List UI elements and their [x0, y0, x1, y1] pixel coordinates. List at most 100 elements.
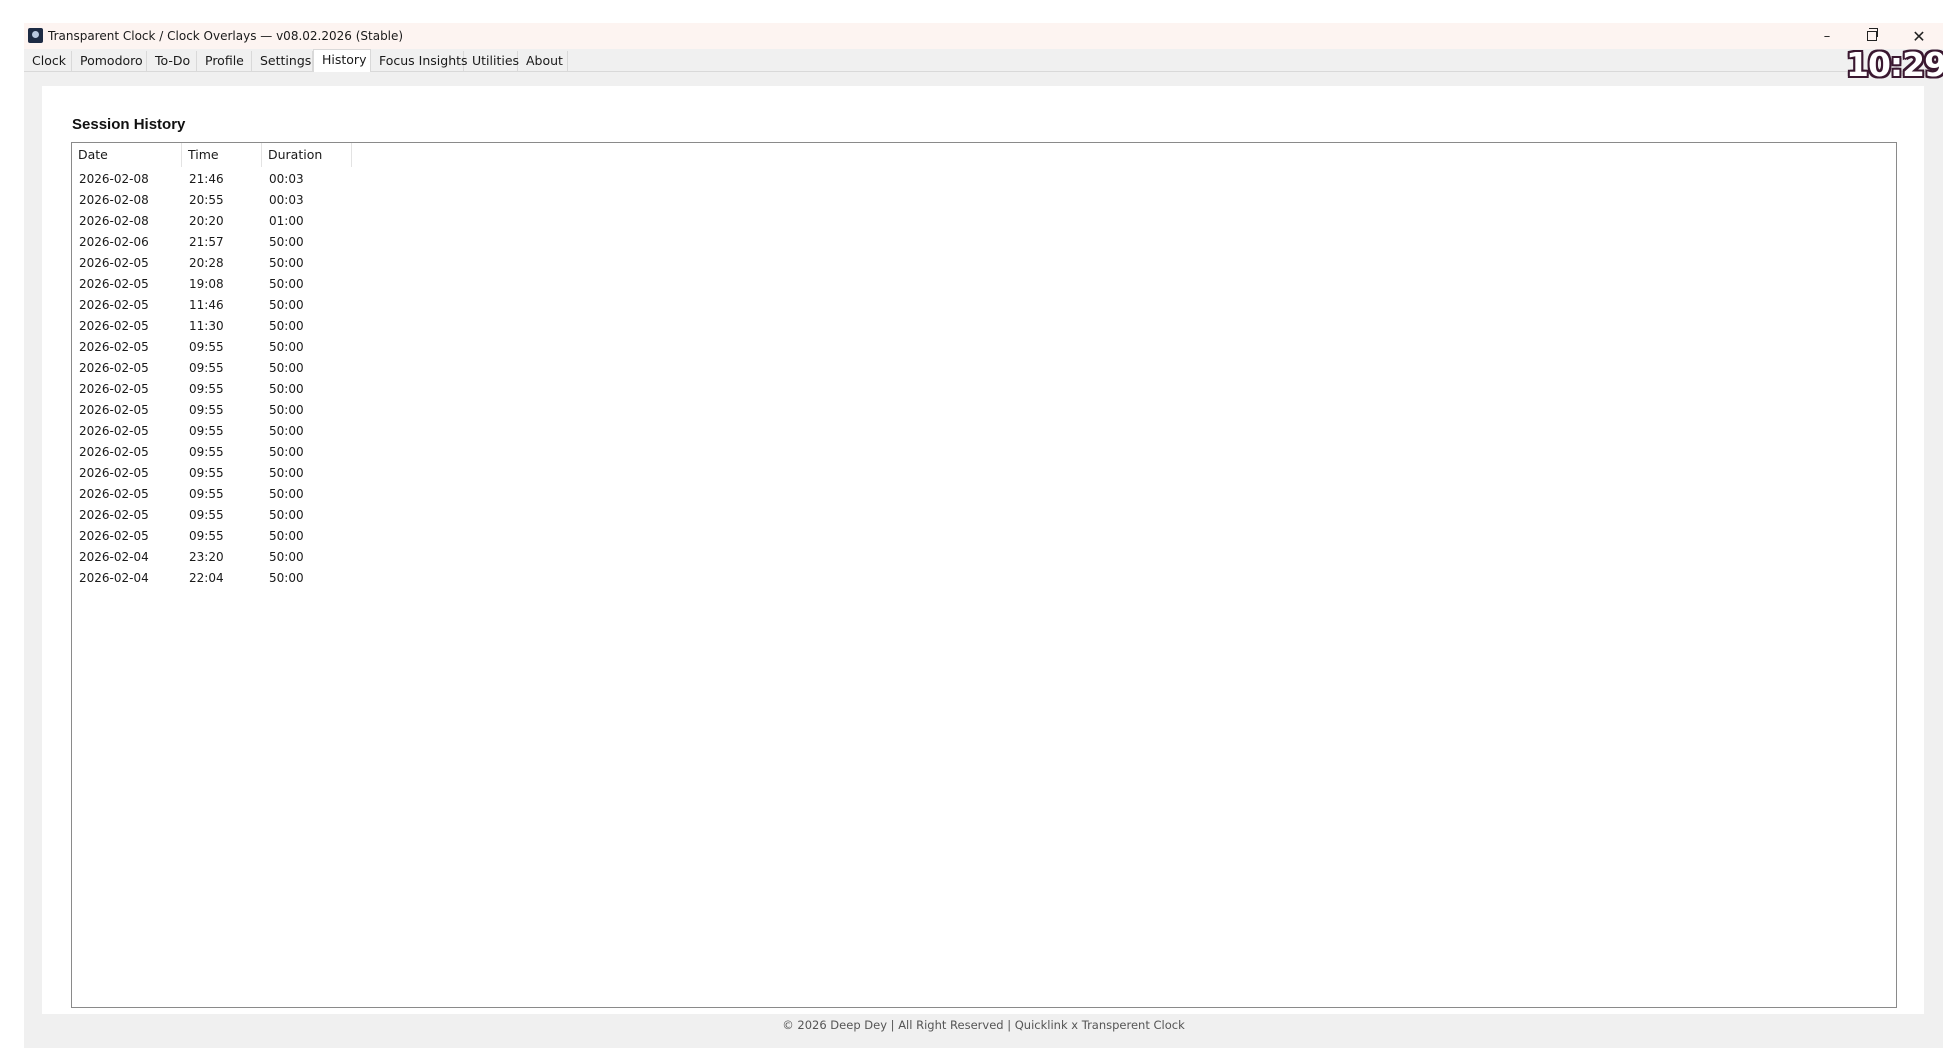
cell-date: 2026-02-05	[79, 445, 149, 459]
cell-date: 2026-02-05	[79, 529, 149, 543]
cell-date: 2026-02-08	[79, 193, 149, 207]
cell-date: 2026-02-08	[79, 172, 149, 186]
cell-time: 19:08	[189, 277, 224, 291]
cell-date: 2026-02-05	[79, 319, 149, 333]
app-logo-icon	[28, 28, 43, 43]
list-item[interactable]: 2026-02-08 20:55 00:03	[72, 190, 1896, 211]
close-icon: ✕	[1912, 26, 1926, 46]
cell-duration: 50:00	[269, 382, 304, 396]
column-header-duration[interactable]: Duration	[262, 143, 352, 167]
section-title: Session History	[72, 116, 186, 133]
cell-time: 09:55	[189, 487, 224, 501]
cell-date: 2026-02-06	[79, 235, 149, 249]
cell-duration: 50:00	[269, 340, 304, 354]
cell-duration: 50:00	[269, 256, 304, 270]
overlay-clock[interactable]: 10:29	[1846, 45, 1943, 84]
tab-clock[interactable]: Clock	[24, 51, 72, 71]
cell-duration: 50:00	[269, 445, 304, 459]
tab-todo[interactable]: To-Do	[147, 51, 197, 71]
cell-date: 2026-02-05	[79, 466, 149, 480]
list-item[interactable]: 2026-02-05 11:46 50:00	[72, 295, 1896, 316]
tab-about[interactable]: About	[518, 51, 568, 71]
cell-date: 2026-02-05	[79, 298, 149, 312]
list-item[interactable]: 2026-02-08 21:46 00:03	[72, 169, 1896, 190]
cell-date: 2026-02-08	[79, 214, 149, 228]
list-item[interactable]: 2026-02-05 09:55 50:00	[72, 526, 1896, 547]
list-item[interactable]: 2026-02-06 21:57 50:00	[72, 232, 1896, 253]
list-item[interactable]: 2026-02-05 09:55 50:00	[72, 421, 1896, 442]
cell-date: 2026-02-04	[79, 550, 149, 564]
cell-time: 09:55	[189, 445, 224, 459]
cell-time: 21:46	[189, 172, 224, 186]
cell-duration: 50:00	[269, 550, 304, 564]
cell-duration: 50:00	[269, 529, 304, 543]
cell-time: 23:20	[189, 550, 224, 564]
window-title: Transparent Clock / Clock Overlays — v08…	[48, 29, 404, 43]
cell-time: 09:55	[189, 424, 224, 438]
cell-time: 09:55	[189, 361, 224, 375]
cell-duration: 50:00	[269, 508, 304, 522]
tab-focus-insights[interactable]: Focus Insights	[371, 51, 468, 71]
cell-duration: 50:00	[269, 466, 304, 480]
cell-date: 2026-02-05	[79, 277, 149, 291]
cell-time: 21:57	[189, 235, 224, 249]
cell-time: 09:55	[189, 508, 224, 522]
cell-duration: 00:03	[269, 193, 304, 207]
cell-time: 11:46	[189, 298, 224, 312]
minimize-button[interactable]: –	[1804, 23, 1850, 49]
cell-duration: 50:00	[269, 424, 304, 438]
list-item[interactable]: 2026-02-05 09:55 50:00	[72, 358, 1896, 379]
cell-time: 20:28	[189, 256, 224, 270]
cell-duration: 50:00	[269, 298, 304, 312]
cell-date: 2026-02-05	[79, 256, 149, 270]
list-item[interactable]: 2026-02-05 09:55 50:00	[72, 400, 1896, 421]
cell-time: 09:55	[189, 382, 224, 396]
tab-settings[interactable]: Settings	[252, 51, 313, 71]
cell-duration: 50:00	[269, 361, 304, 375]
column-header-date[interactable]: Date	[72, 143, 182, 167]
app-window: Transparent Clock / Clock Overlays — v08…	[24, 23, 1943, 1048]
list-item[interactable]: 2026-02-05 20:28 50:00	[72, 253, 1896, 274]
cell-time: 09:55	[189, 403, 224, 417]
footer-copyright: © 2026 Deep Dey | All Right Reserved | Q…	[782, 1018, 1185, 1032]
column-header-time[interactable]: Time	[182, 143, 262, 167]
list-item[interactable]: 2026-02-05 11:30 50:00	[72, 316, 1896, 337]
list-item[interactable]: 2026-02-05 09:55 50:00	[72, 379, 1896, 400]
cell-time: 09:55	[189, 529, 224, 543]
cell-time: 22:04	[189, 571, 224, 585]
list-item[interactable]: 2026-02-05 09:55 50:00	[72, 463, 1896, 484]
cell-time: 11:30	[189, 319, 224, 333]
session-history-list[interactable]: Date Time Duration 2026-02-08 21:46 00:03 …	[71, 142, 1897, 1008]
history-rows: 2026-02-08 21:46 00:03 2026-02-08 20:55 00:0…	[72, 169, 1896, 589]
tab-pomodoro[interactable]: Pomodoro	[72, 51, 147, 71]
list-item[interactable]: 2026-02-04 22:04 50:00	[72, 568, 1896, 589]
tab-profile[interactable]: Profile	[197, 51, 252, 71]
list-item[interactable]: 2026-02-05 19:08 50:00	[72, 274, 1896, 295]
list-item[interactable]: 2026-02-05 09:55 50:00	[72, 337, 1896, 358]
cell-time: 20:55	[189, 193, 224, 207]
cell-duration: 50:00	[269, 277, 304, 291]
title-bar[interactable]: Transparent Clock / Clock Overlays — v08…	[24, 23, 1943, 49]
cell-date: 2026-02-05	[79, 340, 149, 354]
cell-duration: 50:00	[269, 487, 304, 501]
list-item[interactable]: 2026-02-08 20:20 01:00	[72, 211, 1896, 232]
list-item[interactable]: 2026-02-04 23:20 50:00	[72, 547, 1896, 568]
cell-date: 2026-02-05	[79, 424, 149, 438]
cell-time: 09:55	[189, 466, 224, 480]
cell-date: 2026-02-04	[79, 571, 149, 585]
tab-utilities[interactable]: Utilities	[464, 51, 519, 71]
list-item[interactable]: 2026-02-05 09:55 50:00	[72, 442, 1896, 463]
cell-time: 20:20	[189, 214, 224, 228]
restore-icon	[1867, 28, 1878, 41]
tab-history[interactable]: History	[313, 49, 371, 72]
cell-duration: 00:03	[269, 172, 304, 186]
cell-date: 2026-02-05	[79, 487, 149, 501]
cell-date: 2026-02-05	[79, 361, 149, 375]
cell-duration: 50:00	[269, 235, 304, 249]
history-panel: Session History Date Time Duration 2026-…	[42, 86, 1924, 1014]
tab-bar: Clock Pomodoro To-Do Profile Settings Hi…	[24, 49, 1943, 72]
cell-duration: 01:00	[269, 214, 304, 228]
list-item[interactable]: 2026-02-05 09:55 50:00	[72, 484, 1896, 505]
list-item[interactable]: 2026-02-05 09:55 50:00	[72, 505, 1896, 526]
cell-duration: 50:00	[269, 403, 304, 417]
